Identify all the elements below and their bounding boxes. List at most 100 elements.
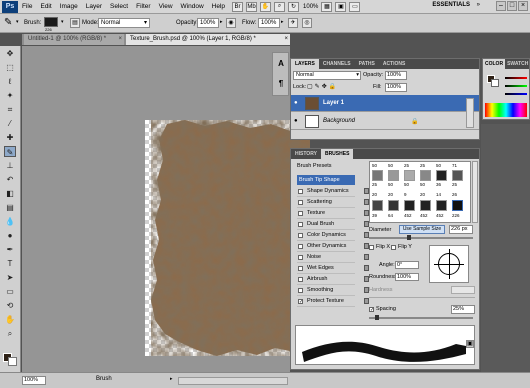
option-wet-edges[interactable]: Wet Edges xyxy=(297,263,369,274)
new-preset-icon[interactable]: ▣ xyxy=(466,340,474,348)
brush-tip[interactable] xyxy=(436,170,447,181)
eraser-tool-icon[interactable]: ◧ xyxy=(4,188,16,199)
brush-tool-icon[interactable]: ✎ xyxy=(4,17,12,28)
opacity-field[interactable]: 100% xyxy=(197,18,219,28)
brush-tip-shape-item[interactable]: Brush Tip Shape xyxy=(297,175,355,185)
quick-select-tool-icon[interactable]: ✦ xyxy=(4,90,16,101)
paragraph-icon[interactable]: ¶ xyxy=(276,79,286,89)
pressure-size-icon[interactable]: ◎ xyxy=(302,18,312,28)
close-icon[interactable]: × xyxy=(118,34,122,45)
rotate-view-icon[interactable]: ↻ xyxy=(288,1,300,12)
flow-slider-icon[interactable]: ▸ xyxy=(281,19,284,25)
tab-paths[interactable]: PATHS xyxy=(355,59,379,69)
menu-edit[interactable]: Edit xyxy=(36,3,55,10)
tab-layers[interactable]: LAYERS xyxy=(291,59,319,69)
option-scattering[interactable]: Scattering xyxy=(297,197,369,208)
brush-tip[interactable] xyxy=(388,200,399,211)
diameter-slider[interactable] xyxy=(369,237,473,239)
flow-field[interactable]: 100% xyxy=(258,18,280,28)
screen-mode-icon[interactable]: ▭ xyxy=(349,1,361,12)
layer-row-layer-1[interactable]: ● Layer 1 xyxy=(291,95,479,112)
spacing-field[interactable]: 25% xyxy=(451,305,475,314)
option-smoothing[interactable]: Smoothing xyxy=(297,285,369,296)
blend-mode-select[interactable]: Normal ▾ xyxy=(293,71,361,80)
mode-select[interactable]: Normal ▾ xyxy=(98,18,150,28)
zoom-level[interactable]: 100% xyxy=(303,4,318,10)
background-color-swatch[interactable] xyxy=(8,357,17,366)
tip-grid-scrollbar[interactable] xyxy=(472,161,478,223)
brush-tip[interactable] xyxy=(420,200,431,211)
healing-brush-tool-icon[interactable]: ✚ xyxy=(4,132,16,143)
menu-window[interactable]: Window xyxy=(177,3,208,10)
g-slider[interactable] xyxy=(505,85,527,87)
brush-tip[interactable] xyxy=(372,170,383,181)
use-sample-size-button[interactable]: Use Sample Size xyxy=(399,225,445,234)
color-ramp[interactable] xyxy=(485,103,527,117)
angle-field[interactable]: 0° xyxy=(395,261,419,269)
diameter-field[interactable]: 226 px xyxy=(449,225,473,234)
maximize-button[interactable]: □ xyxy=(507,1,517,11)
close-icon[interactable]: × xyxy=(284,34,288,45)
brush-panel-toggle-icon[interactable]: ▤ xyxy=(70,18,80,28)
layer-row-background[interactable]: ● Background 🔒 xyxy=(291,113,479,130)
roundness-field[interactable]: 100% xyxy=(395,273,419,281)
option-color-dynamics[interactable]: Color Dynamics xyxy=(297,230,369,241)
spacing-slider-thumb[interactable] xyxy=(375,315,379,320)
clone-stamp-tool-icon[interactable]: ⊥ xyxy=(4,160,16,171)
option-dual-brush[interactable]: Dual Brush xyxy=(297,219,369,230)
hand-tool-icon[interactable]: ✋ xyxy=(260,1,272,12)
lock-options-icon[interactable]: ▢✎✥🔒 xyxy=(307,83,338,90)
crop-tool-icon[interactable]: ⌗ xyxy=(4,104,16,115)
spacing-checkbox[interactable]: ✓ xyxy=(369,307,374,313)
lasso-tool-icon[interactable]: ℓ xyxy=(4,76,16,87)
brush-tip[interactable] xyxy=(452,170,463,181)
opacity-slider-icon[interactable]: ▸ xyxy=(220,19,223,25)
extras-icon[interactable]: ▦ xyxy=(321,1,333,12)
spacing-slider[interactable] xyxy=(369,317,473,319)
option-noise[interactable]: Noise xyxy=(297,252,369,263)
eye-icon[interactable]: ● xyxy=(294,100,298,106)
menu-help[interactable]: Help xyxy=(208,3,229,10)
fill-field[interactable]: 100% xyxy=(385,83,407,92)
brush-presets-button[interactable]: Brush Presets xyxy=(297,163,332,169)
history-brush-tool-icon[interactable]: ↶ xyxy=(4,174,16,185)
status-zoom-field[interactable]: 100% xyxy=(22,376,46,385)
diameter-slider-thumb[interactable] xyxy=(407,235,411,240)
option-other-dynamics[interactable]: Other Dynamics xyxy=(297,241,369,252)
zoom-tool-icon[interactable]: ⌕ xyxy=(274,1,286,12)
option-texture[interactable]: Texture xyxy=(297,208,369,219)
3d-rotate-tool-icon[interactable]: ⟲ xyxy=(4,300,16,311)
move-tool-icon[interactable]: ✥ xyxy=(4,48,16,59)
workspace-dropdown-icon[interactable]: » xyxy=(477,2,480,8)
brush-tip-grid[interactable]: 50 50 25 25 50 71 25 50 50 50 36 25 20 2… xyxy=(369,161,471,223)
tab-actions[interactable]: ACTIONS xyxy=(379,59,410,69)
brush-tip[interactable] xyxy=(420,170,431,181)
menu-layer[interactable]: Layer xyxy=(82,3,106,10)
flip-y-checkbox[interactable] xyxy=(391,245,396,250)
blur-tool-icon[interactable]: 💧 xyxy=(4,216,16,227)
layer-opacity-field[interactable]: 100% xyxy=(385,71,407,80)
brush-tip-selected[interactable] xyxy=(452,200,463,211)
tab-untitled[interactable]: Untitled-1 @ 100% (RGB/8) * × xyxy=(24,34,124,45)
brush-preview[interactable] xyxy=(44,17,58,27)
brush-tip[interactable] xyxy=(372,200,383,211)
brush-tip[interactable] xyxy=(436,200,447,211)
menu-filter[interactable]: Filter xyxy=(132,3,154,10)
angle-roundness-widget[interactable] xyxy=(429,245,469,283)
brush-tip[interactable] xyxy=(388,170,399,181)
lock-icon[interactable] xyxy=(364,254,369,260)
menu-view[interactable]: View xyxy=(155,3,177,10)
bridge-icon[interactable]: Br xyxy=(232,1,244,12)
type-tool-icon[interactable]: T xyxy=(4,258,16,269)
eye-icon[interactable]: ● xyxy=(294,118,298,124)
r-slider[interactable] xyxy=(505,77,527,79)
b-slider[interactable] xyxy=(505,93,527,95)
lock-icon[interactable] xyxy=(364,265,369,271)
minibridge-icon[interactable]: Mb xyxy=(246,1,258,12)
pen-tool-icon[interactable]: ✒ xyxy=(4,244,16,255)
brush-tool-icon[interactable]: ✎ xyxy=(4,146,16,157)
dodge-tool-icon[interactable]: ● xyxy=(4,230,16,241)
tab-texture-brush[interactable]: Texture_Brush.psd @ 100% (Layer 1, RGB/8… xyxy=(126,34,290,45)
canvas-area[interactable] xyxy=(22,46,310,372)
airbrush-icon[interactable]: ✈ xyxy=(288,18,298,28)
